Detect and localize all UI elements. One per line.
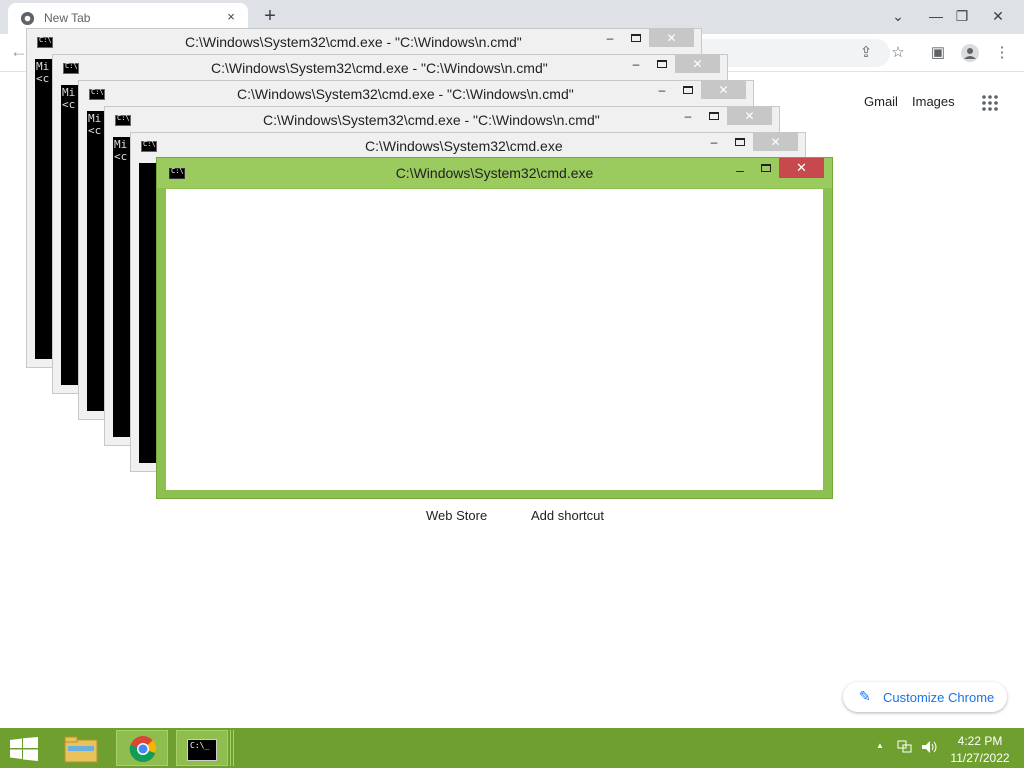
cmd-titlebar[interactable]: C:\Windows\System32\cmd.exe - "C:\Window…: [79, 81, 753, 107]
taskbar-chrome[interactable]: [116, 730, 168, 766]
taskbar: C:\_ ▲ 4:22 PM 11/27/2022: [0, 728, 1024, 768]
cmd-maximize-button[interactable]: [761, 164, 771, 172]
taskbar-file-explorer[interactable]: [56, 730, 108, 766]
cmd-minimize-button[interactable]: –: [625, 57, 647, 77]
cmd-icon: [89, 88, 105, 100]
shortcut-add[interactable]: Add shortcut: [531, 508, 604, 523]
cmd-maximize-button[interactable]: [735, 138, 745, 146]
cmd-close-button[interactable]: ✕: [779, 158, 824, 178]
cmd-titlebar[interactable]: C:\Windows\System32\cmd.exe – ✕: [131, 133, 805, 159]
cmd-console[interactable]: Mi <c: [35, 59, 53, 359]
cmd-icon: [63, 62, 79, 74]
images-link[interactable]: Images: [912, 94, 955, 109]
cmd-minimize-button[interactable]: –: [651, 83, 673, 103]
cmd-console[interactable]: Mi <c: [61, 85, 79, 385]
chrome-favicon-icon: [20, 11, 35, 26]
cmd-minimize-button[interactable]: –: [599, 31, 621, 51]
cmd-console[interactable]: Mi <c: [87, 111, 105, 411]
taskbar-cmd[interactable]: C:\_: [176, 730, 228, 766]
cmd-icon: C:\_: [187, 739, 217, 761]
customize-chrome-label: Customize Chrome: [883, 690, 995, 705]
bookmark-star-icon[interactable]: ☆: [888, 43, 908, 63]
pencil-icon: ✎: [859, 688, 871, 704]
tab-search-chevron-icon[interactable]: ⌄: [880, 0, 916, 32]
cmd-console[interactable]: [166, 189, 823, 490]
clock-date[interactable]: 11/27/2022: [945, 751, 1015, 765]
cmd-maximize-button[interactable]: [631, 34, 641, 42]
cmd-close-button[interactable]: ✕: [701, 81, 746, 99]
new-tab-button[interactable]: +: [258, 5, 282, 29]
apps-grid-icon[interactable]: [982, 95, 998, 111]
tab-title: New Tab: [44, 11, 91, 25]
shortcut-web-store[interactable]: Web Store: [426, 508, 487, 523]
taskbar-cmd-stack-indicator: [230, 730, 234, 766]
menu-kebab-icon[interactable]: ⋮: [992, 43, 1012, 63]
cmd-maximize-button[interactable]: [709, 112, 719, 120]
cmd-titlebar[interactable]: C:\Windows\System32\cmd.exe - "C:\Window…: [105, 107, 779, 133]
cmd-window-title: C:\Windows\System32\cmd.exe - "C:\Window…: [185, 34, 522, 50]
cmd-minimize-button[interactable]: –: [677, 109, 699, 129]
cmd-window-active[interactable]: C:\Windows\System32\cmd.exe – ✕: [156, 157, 833, 499]
tab-close-icon[interactable]: ×: [222, 8, 240, 26]
cmd-close-button[interactable]: ✕: [675, 55, 720, 73]
chrome-icon: [129, 736, 157, 762]
side-panel-icon[interactable]: ▣: [928, 43, 948, 63]
close-button[interactable]: ✕: [980, 0, 1016, 32]
cmd-window-title: C:\Windows\System32\cmd.exe - "C:\Window…: [263, 112, 600, 128]
cmd-window-title: C:\Windows\System32\cmd.exe - "C:\Window…: [211, 60, 548, 76]
volume-icon[interactable]: [921, 740, 939, 754]
cmd-minimize-button[interactable]: –: [730, 162, 750, 178]
cmd-maximize-button[interactable]: [657, 60, 667, 68]
profile-avatar-icon[interactable]: [960, 43, 980, 63]
clock-time[interactable]: 4:22 PM: [945, 734, 1015, 748]
cmd-close-button[interactable]: ✕: [727, 107, 772, 125]
tray-show-hidden-icon[interactable]: ▲: [876, 741, 884, 750]
customize-chrome-button[interactable]: ✎ Customize Chrome: [843, 682, 1007, 712]
cmd-minimize-button[interactable]: –: [703, 135, 725, 155]
restore-button[interactable]: ❐: [944, 0, 980, 32]
cmd-window-title: C:\Windows\System32\cmd.exe: [365, 138, 563, 154]
windows-start-icon[interactable]: [10, 737, 38, 761]
cmd-close-button[interactable]: ✕: [753, 133, 798, 151]
desktop: New Tab × + ⌄ — ❐ ✕ ← ⇪ ☆ ▣ ⋮ Gmail Imag…: [0, 0, 1024, 768]
gmail-link[interactable]: Gmail: [864, 94, 898, 109]
cmd-titlebar[interactable]: C:\Windows\System32\cmd.exe - "C:\Window…: [53, 55, 727, 81]
network-icon[interactable]: [897, 740, 913, 754]
cmd-window-title: C:\Windows\System32\cmd.exe - "C:\Window…: [237, 86, 574, 102]
cmd-titlebar[interactable]: C:\Windows\System32\cmd.exe - "C:\Window…: [27, 29, 701, 55]
cmd-console[interactable]: [139, 163, 157, 463]
cmd-maximize-button[interactable]: [683, 86, 693, 94]
cmd-icon: [115, 114, 131, 126]
cmd-titlebar[interactable]: C:\Windows\System32\cmd.exe – ✕: [157, 158, 832, 188]
cmd-icon: [141, 140, 157, 152]
cmd-icon: [37, 36, 53, 48]
folder-icon: [64, 736, 98, 763]
cmd-close-button[interactable]: ✕: [649, 29, 694, 47]
cmd-console[interactable]: Mi <c: [113, 137, 131, 437]
share-icon[interactable]: ⇪: [856, 43, 876, 63]
